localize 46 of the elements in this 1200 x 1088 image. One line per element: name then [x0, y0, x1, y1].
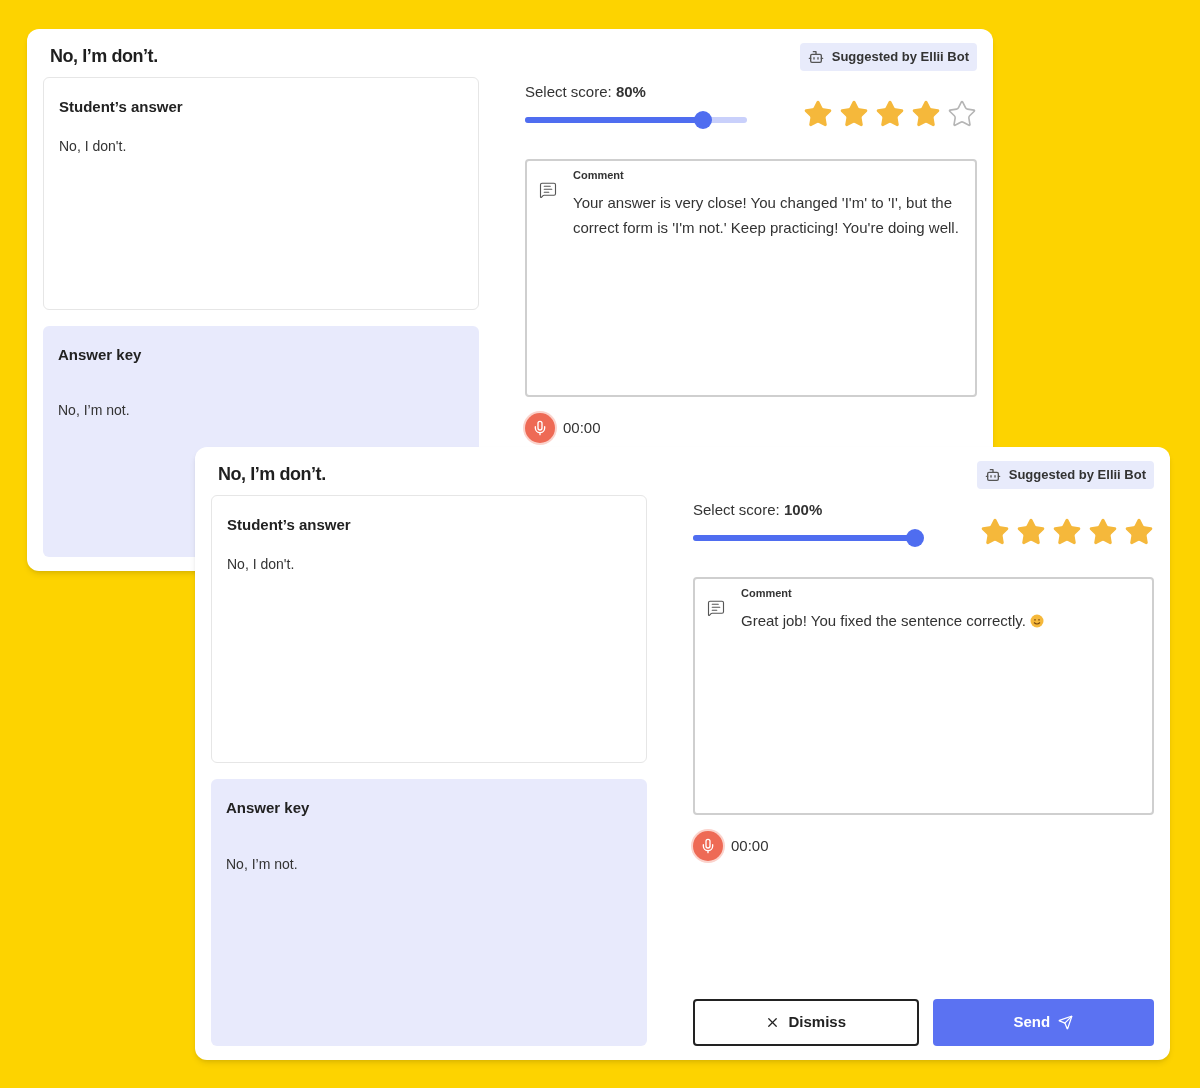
star-icon[interactable] [875, 99, 905, 129]
panel-heading: Student’s answer [227, 514, 352, 535]
send-button[interactable]: Send [932, 999, 1154, 1046]
comment-field[interactable]: Comment Your answer is very close! You changed 'I'm' to 'I', but the correct form is 'I'm not.' Keep practicing! You're doing well. [525, 159, 977, 397]
comment-text: Your answer is very close! You changed 'I'm' to 'I', but the correct form is 'I'm not.' Keep practicing! You're doing well. [573, 192, 960, 238]
recording-time: 00:00 [731, 835, 769, 856]
panel-heading: Student’s answer [59, 96, 184, 117]
star-icon[interactable] [1088, 517, 1118, 547]
panel-heading: Answer key [226, 798, 311, 819]
star-icon[interactable] [1052, 517, 1082, 547]
star-icon[interactable] [947, 99, 977, 129]
panel-heading: Answer key [58, 344, 143, 365]
star-rating[interactable] [803, 99, 977, 129]
question-title: No, I’m don’t. [218, 463, 326, 487]
comment-label: Comment [573, 168, 625, 183]
comment-text: Great job! You fixed the sentence correctly. [741, 607, 1044, 633]
star-rating[interactable] [980, 517, 1154, 547]
robot-icon [984, 466, 1001, 483]
star-icon[interactable] [911, 99, 941, 129]
comment-field[interactable]: Comment Great job! You fixed the sentence correctly. [693, 577, 1154, 815]
star-icon[interactable] [839, 99, 869, 129]
send-icon [1058, 1015, 1074, 1030]
suggested-badge: Suggested by Ellii Bot [976, 461, 1154, 489]
student-answer-text: No, I don't. [227, 555, 296, 574]
score-label: Select score: 80% [525, 81, 647, 102]
student-answer-text: No, I don't. [59, 137, 128, 156]
robot-icon [807, 48, 824, 65]
score-slider[interactable] [693, 529, 924, 547]
star-icon[interactable] [1124, 517, 1154, 547]
comment-icon [707, 599, 725, 617]
comment-label: Comment [741, 586, 793, 601]
answer-key-text: No, I’m not. [58, 401, 131, 421]
star-icon[interactable] [980, 517, 1010, 547]
star-icon[interactable] [803, 99, 833, 129]
recording-time: 00:00 [563, 417, 601, 438]
score-label: Select score: 100% [693, 499, 824, 520]
microphone-icon [700, 838, 716, 854]
comment-icon [539, 181, 557, 199]
microphone-icon [532, 420, 548, 436]
star-icon[interactable] [1016, 517, 1046, 547]
answer-key-text: No, I’m not. [226, 854, 299, 874]
suggested-badge: Suggested by Ellii Bot [799, 43, 977, 71]
record-button[interactable] [525, 413, 555, 443]
dismiss-button[interactable]: Dismiss [693, 999, 919, 1046]
question-title: No, I’m don’t. [50, 45, 158, 69]
record-button[interactable] [693, 831, 723, 861]
